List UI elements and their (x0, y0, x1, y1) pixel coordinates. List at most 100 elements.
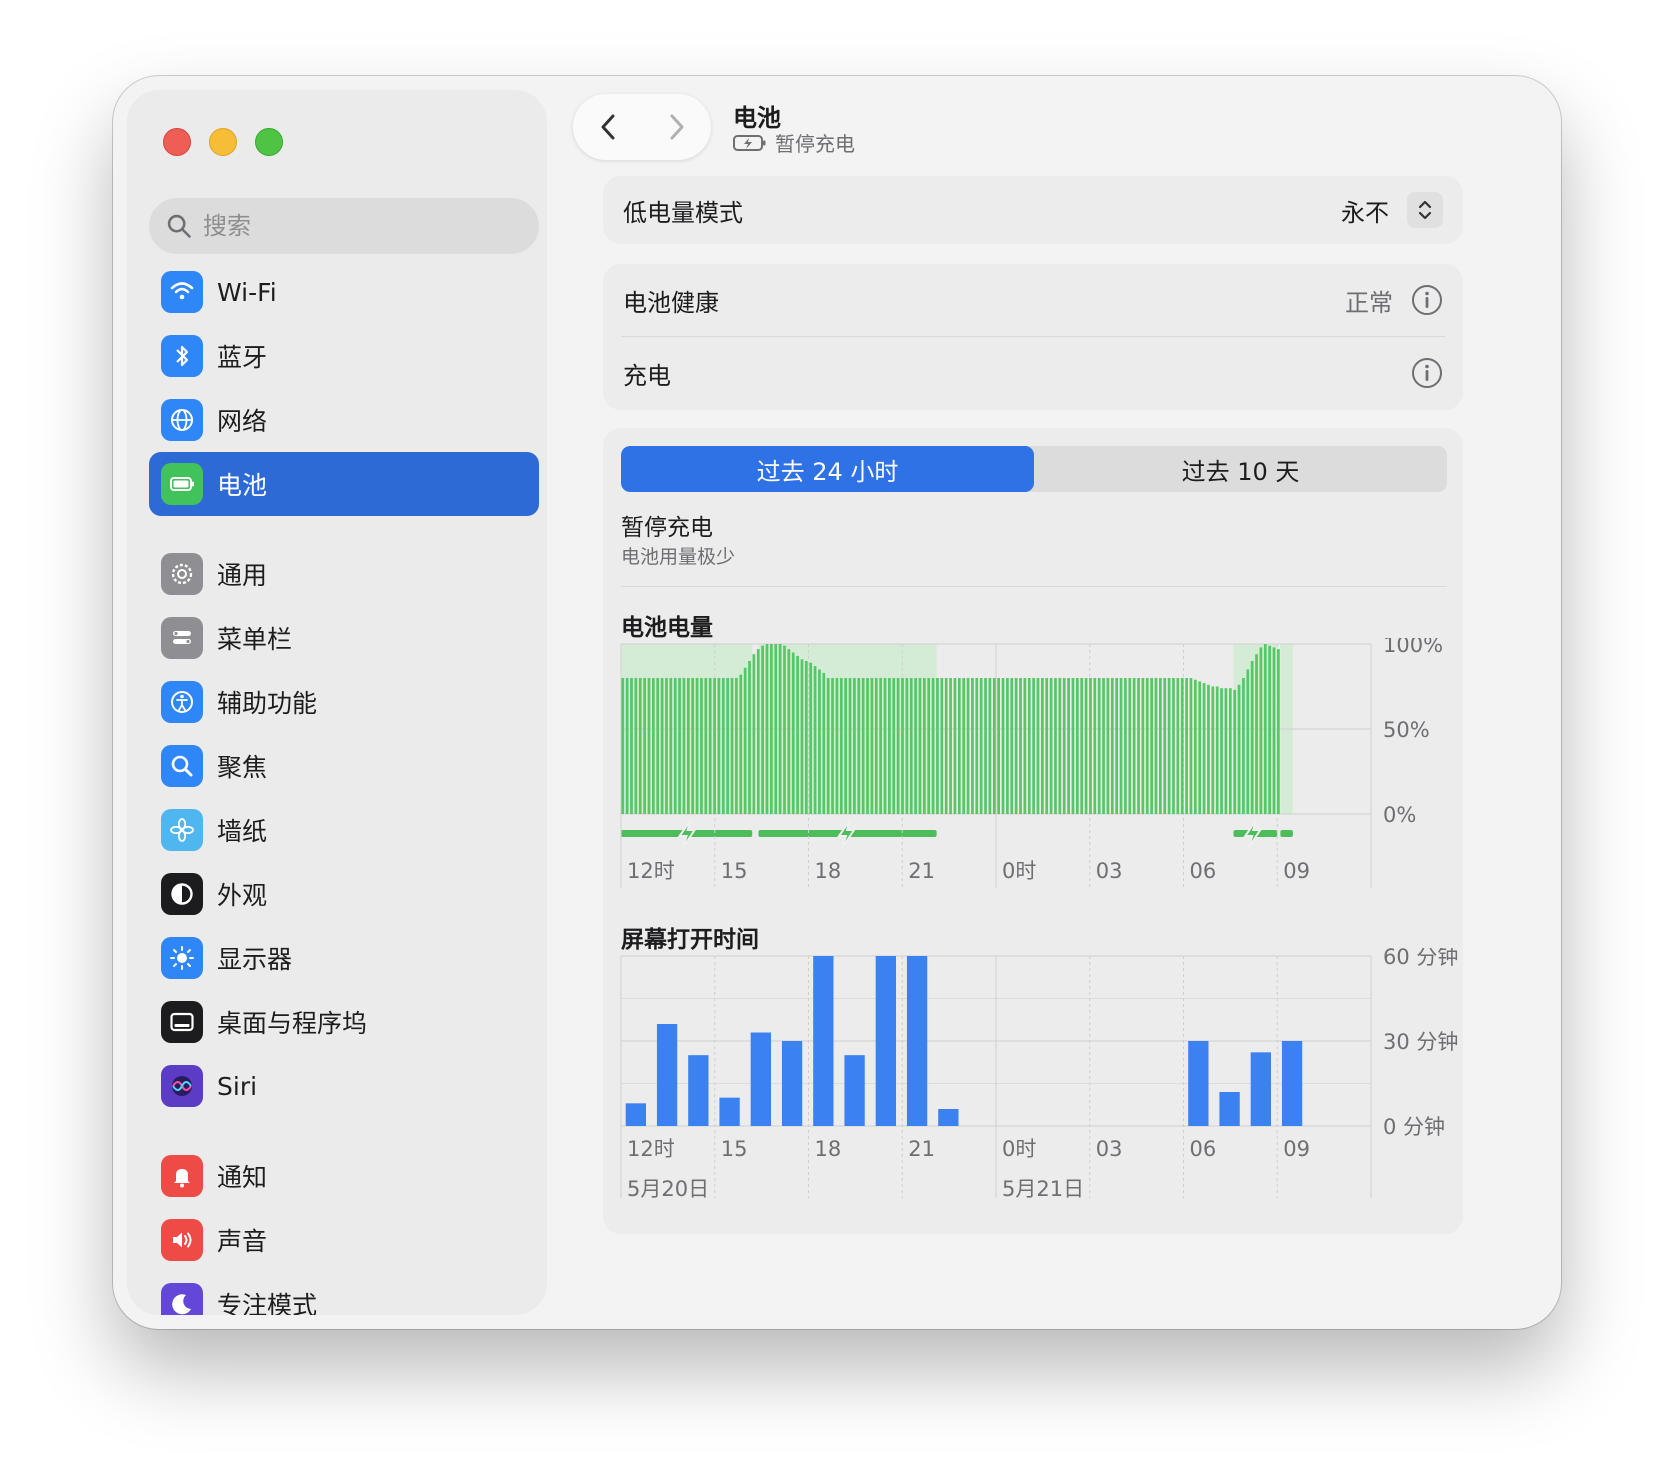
popup-stepper[interactable] (1407, 192, 1443, 228)
low-power-popup[interactable]: 永不 (1341, 192, 1443, 228)
battery-bar (866, 678, 869, 814)
battery-bar (966, 678, 970, 814)
battery-bar (1110, 678, 1114, 814)
battery-bar (936, 678, 939, 814)
accessibility-icon (161, 681, 203, 723)
charging-row: 充电 (603, 337, 1463, 409)
battery-bar (822, 672, 826, 814)
sidebar-item-siri[interactable]: Siri (149, 1054, 539, 1118)
status-detail: 电池用量极少 (621, 546, 736, 568)
battery-bar (669, 678, 673, 814)
battery-bar (625, 678, 629, 814)
sidebar-item-appearance[interactable]: 外观 (149, 862, 539, 926)
charging-label: 充电 (623, 361, 671, 390)
sidebar-item-label: 声音 (217, 1227, 268, 1256)
sidebar-item-bluetooth[interactable]: 蓝牙 (149, 324, 539, 388)
sidebar-item-battery[interactable]: 电池 (149, 452, 539, 516)
close-button[interactable] (163, 128, 191, 156)
battery-bar (1180, 678, 1184, 814)
info-icon[interactable] (1411, 357, 1443, 389)
minimize-button[interactable] (209, 128, 237, 156)
battery-bar (971, 678, 974, 814)
page-subtitle: 暂停充电 (733, 128, 855, 157)
battery-bar (931, 678, 935, 814)
battery-bar (888, 678, 891, 814)
sidebar-item-label: 蓝牙 (217, 343, 268, 372)
zoom-button[interactable] (255, 128, 283, 156)
battery-bar (1124, 678, 1127, 814)
sidebar-item-speaker[interactable]: 声音 (149, 1208, 539, 1272)
forward-button[interactable] (657, 107, 697, 147)
info-icon[interactable] (1411, 284, 1443, 316)
battery-bar (831, 678, 834, 814)
battery-bar (1220, 688, 1223, 814)
screen-time-bar (719, 1097, 740, 1126)
x-tick-label: 09 (1283, 1137, 1310, 1161)
screen-time-bar (1188, 1041, 1209, 1126)
charging-indicator (1280, 830, 1293, 837)
x-tick-label: 12时 (627, 1137, 675, 1161)
battery-bar (1102, 678, 1105, 814)
battery-bar (1272, 647, 1276, 814)
sidebar-item-menubar[interactable]: 菜单栏 (149, 606, 539, 670)
sidebar-item-magnifier[interactable]: 聚焦 (149, 734, 539, 798)
search-input[interactable] (203, 212, 503, 240)
sun-icon (161, 937, 203, 979)
sidebar-item-gear[interactable]: 通用 (149, 542, 539, 606)
bell-icon (161, 1155, 203, 1197)
y-tick-label: 50% (1383, 718, 1430, 742)
battery-bar (857, 678, 861, 814)
battery-bar (975, 678, 979, 814)
battery-bar (1263, 644, 1267, 814)
battery-bar (1172, 678, 1175, 814)
battery-bar (783, 645, 786, 814)
battery-bar (813, 666, 817, 814)
battery-bar (1075, 678, 1079, 814)
battery-bar (1019, 678, 1022, 814)
sidebar-item-bell[interactable]: 通知 (149, 1144, 539, 1208)
screen-time-bar (656, 1024, 678, 1126)
battery-icon (161, 463, 203, 505)
battery-bar (1058, 678, 1062, 814)
battery-bar (1211, 686, 1215, 814)
battery-bar (918, 678, 922, 814)
sidebar-item-wifi[interactable]: Wi-Fi (149, 260, 539, 324)
battery-bar (1089, 678, 1092, 814)
sidebar-item-moon[interactable]: 专注模式 (149, 1272, 539, 1315)
battery-bar (1198, 681, 1202, 814)
tab-last-10-days[interactable]: 过去 10 天 (1034, 446, 1447, 492)
sidebar-item-accessibility[interactable]: 辅助功能 (149, 670, 539, 734)
battery-bar (708, 678, 712, 814)
sidebar-item-flower[interactable]: 墙纸 (149, 798, 539, 862)
screen-time-bar (813, 956, 834, 1126)
low-power-card: 低电量模式 永不 (603, 176, 1463, 244)
back-button[interactable] (588, 107, 628, 147)
sidebar-item-label: 桌面与程序坞 (217, 1009, 368, 1038)
battery-bar (997, 678, 1001, 814)
battery-bar (909, 678, 913, 814)
battery-bar (1228, 688, 1232, 814)
tab-last-24-hours[interactable]: 过去 24 小时 (621, 446, 1034, 492)
sidebar-item-sun[interactable]: 显示器 (149, 926, 539, 990)
battery-bar (940, 678, 944, 814)
search-field[interactable] (149, 198, 539, 254)
sidebar-item-label: 外观 (217, 881, 268, 910)
dock-icon (161, 1001, 203, 1043)
battery-bar (835, 678, 839, 814)
sidebar-item-dock[interactable]: 桌面与程序坞 (149, 990, 539, 1054)
x-tick-label: 21 (908, 1137, 935, 1161)
battery-bar (1115, 678, 1119, 814)
sidebar-item-label: 聚焦 (217, 753, 268, 782)
battery-health-row: 电池健康 正常 (603, 264, 1463, 336)
battery-bar (962, 678, 966, 814)
battery-bar (665, 678, 668, 814)
sidebar-group-spacer (149, 516, 539, 542)
x-tick-label: 06 (1190, 1137, 1217, 1161)
sidebar-item-globe[interactable]: 网络 (149, 388, 539, 452)
low-power-row: 低电量模式 永不 (603, 176, 1463, 244)
y-tick-label: 60 分钟 (1383, 948, 1458, 969)
battery-bar (756, 649, 760, 814)
battery-bar (791, 652, 795, 814)
x-tick-label: 21 (908, 859, 935, 883)
x-tick-label: 18 (815, 859, 842, 883)
